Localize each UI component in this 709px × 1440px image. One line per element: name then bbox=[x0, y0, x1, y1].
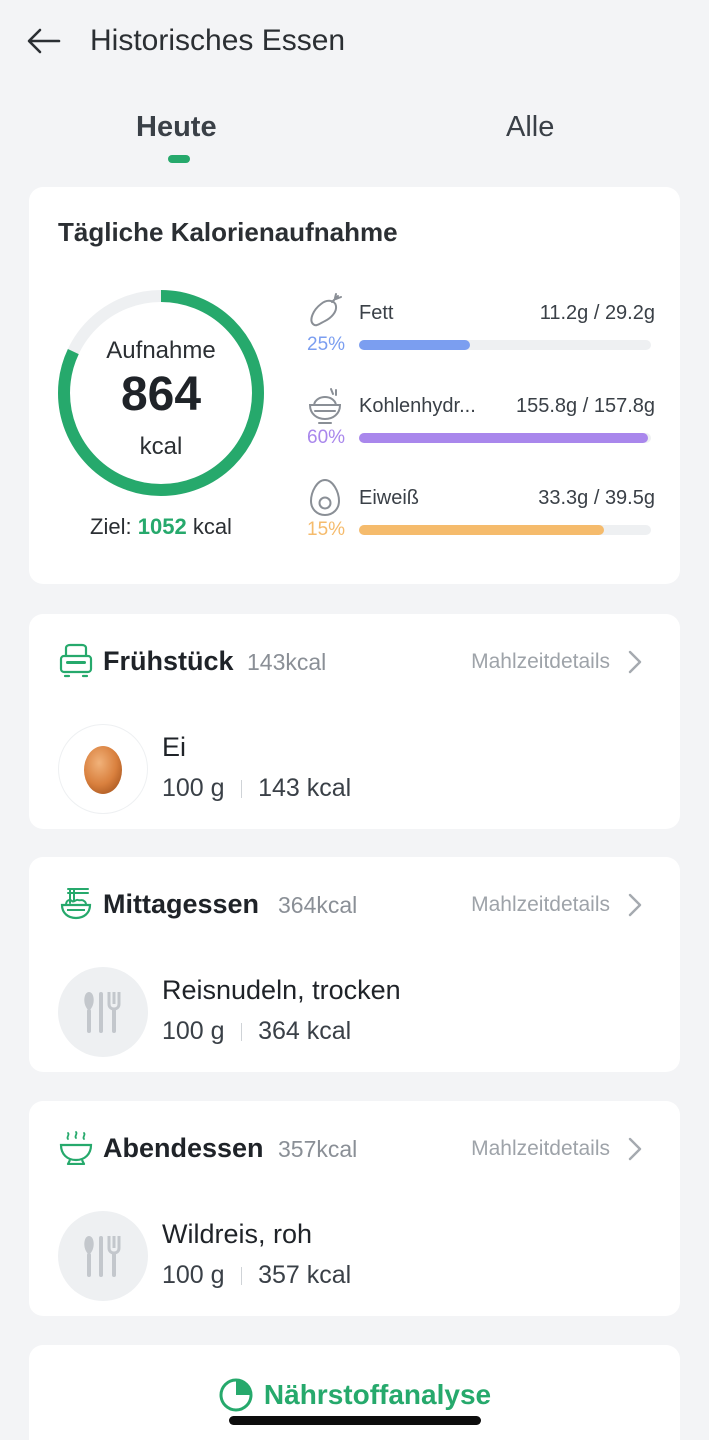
chevron-right-icon[interactable] bbox=[626, 648, 644, 676]
toaster-icon bbox=[59, 643, 93, 678]
meal-card-breakfast[interactable]: Frühstück 143kcal Mahlzeitdetails Ei 100… bbox=[29, 614, 680, 829]
meal-name: Abendessen bbox=[103, 1133, 264, 1163]
home-indicator bbox=[229, 1416, 481, 1425]
meta-separator bbox=[240, 1022, 243, 1041]
tab-all[interactable]: Alle bbox=[506, 108, 554, 146]
macro-protein: 15% Eiweiß 33.3g / 39.5g bbox=[305, 477, 655, 540]
food-kcal: 364 kcal bbox=[258, 1017, 352, 1045]
cutlery-icon bbox=[84, 1236, 121, 1277]
macro-bar-track bbox=[359, 525, 651, 535]
food-kcal: 357 kcal bbox=[258, 1261, 352, 1289]
intake-title: Tägliche Kalorienaufnahme bbox=[58, 217, 398, 247]
goal-unit: kcal bbox=[192, 514, 232, 539]
food-image-placeholder bbox=[58, 1211, 148, 1301]
macro-percent: 25% bbox=[307, 334, 346, 355]
food-meta: 100 g 357 kcal bbox=[162, 1261, 351, 1290]
chevron-right-icon[interactable] bbox=[626, 1135, 644, 1163]
meal-kcal: 364kcal bbox=[278, 892, 358, 918]
food-name: Ei bbox=[162, 732, 187, 762]
rice-bowl-icon bbox=[308, 388, 342, 424]
nutrient-analysis-row: Nährstoffanalyse bbox=[29, 1377, 680, 1413]
drumstick-icon bbox=[310, 293, 342, 327]
header: Historisches Essen bbox=[0, 0, 709, 84]
macro-percent: 15% bbox=[307, 519, 346, 540]
calorie-value: 864 bbox=[120, 368, 202, 421]
meal-card-dinner[interactable]: Abendessen 357kcal Mahlzeitdetails Wildr… bbox=[29, 1101, 680, 1316]
food-image-placeholder bbox=[58, 967, 148, 1057]
macro-bar-fill bbox=[359, 340, 470, 350]
calorie-ring: Aufnahme 864 kcal bbox=[55, 287, 267, 499]
food-amount: 100 g bbox=[162, 774, 225, 802]
noodles-icon bbox=[60, 888, 92, 920]
meal-details-link[interactable]: Mahlzeitdetails bbox=[471, 893, 610, 917]
tab-today[interactable]: Heute bbox=[136, 108, 217, 146]
calorie-goal: Ziel: 1052 kcal bbox=[55, 514, 267, 540]
nutrient-analysis-label: Nährstoffanalyse bbox=[263, 1379, 492, 1410]
cutlery-icon bbox=[84, 992, 121, 1033]
meal-kcal: 357kcal bbox=[278, 1136, 358, 1162]
food-amount: 100 g bbox=[162, 1017, 225, 1045]
food-meta: 100 g 364 kcal bbox=[162, 1017, 351, 1046]
macro-name: Eiweiß bbox=[359, 487, 420, 509]
meal-details-link[interactable]: Mahlzeitdetails bbox=[471, 1137, 610, 1161]
daily-intake-card: Tägliche Kalorienaufnahme Aufnahme 864 k… bbox=[29, 187, 680, 584]
food-amount: 100 g bbox=[162, 1261, 225, 1289]
food-meta: 100 g 143 kcal bbox=[162, 774, 351, 803]
macro-bar-fill bbox=[359, 525, 605, 535]
soup-bowl-icon bbox=[59, 1131, 93, 1165]
page-title: Historisches Essen bbox=[90, 24, 346, 57]
meal-card-lunch[interactable]: Mittagessen 364kcal Mahlzeitdetails Reis… bbox=[29, 857, 680, 1072]
food-image-egg bbox=[58, 724, 148, 814]
nutrient-analysis-button[interactable]: Nährstoffanalyse bbox=[29, 1345, 680, 1440]
food-name: Wildreis, roh bbox=[162, 1219, 313, 1249]
meal-kcal: 143kcal bbox=[247, 649, 327, 675]
chevron-right-icon[interactable] bbox=[626, 891, 644, 919]
food-name: Reisnudeln, trocken bbox=[162, 975, 401, 1005]
egg-icon bbox=[309, 478, 341, 517]
macro-percent: 60% bbox=[307, 427, 346, 448]
pie-chart-icon bbox=[219, 1378, 253, 1412]
macro-amount: 33.3g / 39.5g bbox=[538, 487, 655, 509]
meal-name: Frühstück bbox=[103, 646, 234, 676]
macro-fat: 25% Fett 11.2g / 29.2g bbox=[305, 292, 655, 355]
meal-details-link[interactable]: Mahlzeitdetails bbox=[471, 650, 610, 674]
macro-amount: 155.8g / 157.8g bbox=[515, 395, 655, 417]
macro-name: Kohlenhydr... bbox=[359, 395, 476, 417]
goal-prefix: Ziel: bbox=[90, 514, 132, 539]
meta-separator bbox=[240, 779, 243, 798]
macro-amount: 11.2g / 29.2g bbox=[539, 302, 655, 324]
meta-separator bbox=[240, 1266, 243, 1285]
back-button[interactable] bbox=[24, 22, 64, 60]
food-kcal: 143 kcal bbox=[258, 774, 352, 802]
egg-image bbox=[84, 746, 122, 794]
macro-bar-track bbox=[359, 340, 651, 350]
active-tab-indicator bbox=[168, 155, 190, 163]
tab-bar: Heute Alle bbox=[0, 100, 709, 170]
ring-label: Aufnahme bbox=[106, 337, 216, 364]
macro-carbs: 60% Kohlenhydr... 155.8g / 157.8g bbox=[305, 385, 655, 448]
macro-bar-track bbox=[359, 433, 651, 443]
macro-name: Fett bbox=[359, 302, 394, 324]
goal-value: 1052 bbox=[137, 514, 187, 539]
calorie-unit: kcal bbox=[139, 433, 183, 460]
macro-bar-fill bbox=[359, 433, 649, 443]
arrow-left-icon bbox=[27, 28, 61, 54]
meal-name: Mittagessen bbox=[103, 889, 260, 919]
